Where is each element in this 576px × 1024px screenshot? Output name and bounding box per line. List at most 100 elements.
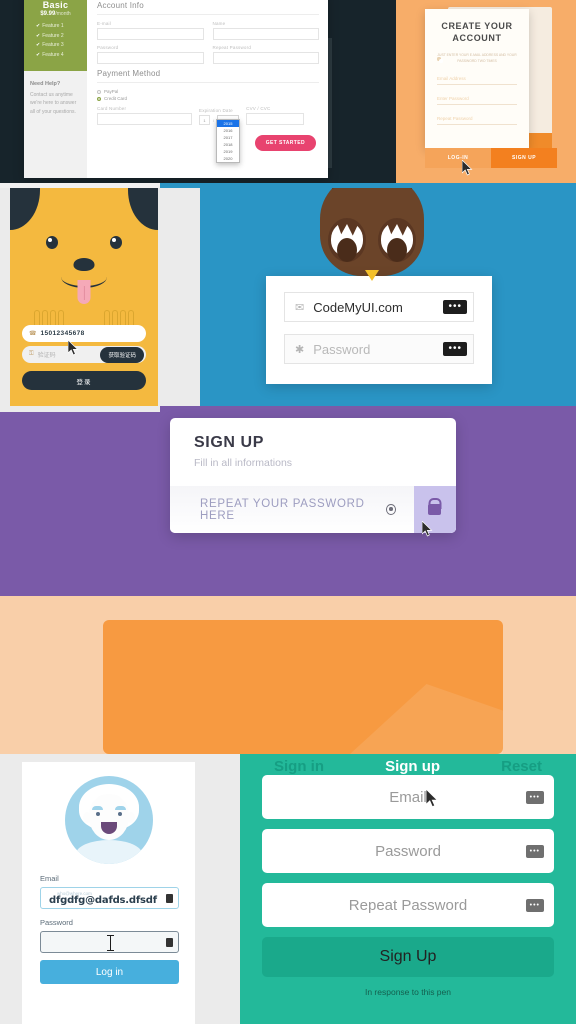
eye-icon[interactable] xyxy=(385,504,396,515)
email-field[interactable]: Email Address xyxy=(437,57,517,85)
field-label: Card Number xyxy=(97,106,127,111)
tab-bar: Sign in Sign up Reset xyxy=(240,754,576,775)
lock-icon: ⚿ xyxy=(29,351,34,357)
year-option[interactable]: 2019 xyxy=(217,148,239,155)
plan-feature: ✔ Feature 4 xyxy=(36,52,82,58)
tab-sign-in[interactable]: Sign in xyxy=(274,758,324,775)
year-option[interactable]: 2017 xyxy=(217,134,239,141)
email-field[interactable] xyxy=(97,28,204,40)
avatar-brow-right-icon xyxy=(114,806,126,810)
card-number-field[interactable] xyxy=(97,113,192,125)
envelope-icon: ✉ xyxy=(295,301,305,314)
signup-form-card: Basic $9.99/month ✔ Feature 1 ✔ Feature 2 … xyxy=(24,0,328,178)
form-main: Account Info E-mail Name Password Repeat… xyxy=(87,0,328,178)
section-owl-login: ✉ CodeMyUI.com ••• ✱ Password ••• xyxy=(266,276,492,384)
signup-button[interactable]: Sign Up xyxy=(262,937,554,977)
email-field[interactable]: Email ••• xyxy=(262,775,554,819)
password-field[interactable]: Password ••• xyxy=(262,829,554,873)
field-label: E-mail xyxy=(97,21,111,26)
email-field[interactable]: ✉ CodeMyUI.com ••• xyxy=(284,292,474,322)
email-placeholder: Email Address xyxy=(437,75,466,81)
password-field[interactable]: ✱ Password ••• xyxy=(284,334,474,364)
radio-icon xyxy=(97,89,101,94)
repeat-password-dots-badge: ••• xyxy=(525,898,544,912)
signup-subtitle: Fill in all informations xyxy=(194,457,293,469)
orange-card xyxy=(103,620,503,754)
login-button[interactable]: Log in xyxy=(40,960,179,984)
verification-code-field[interactable]: ⚿ 验证码 获取验证码 xyxy=(22,346,146,363)
field-label: CVV / CVC xyxy=(246,106,271,111)
plan-feature-label: Feature 3 xyxy=(42,42,64,48)
repeat-password-field[interactable] xyxy=(212,52,319,64)
password-label: Password xyxy=(40,918,73,927)
email-dots-badge: ••• xyxy=(443,300,467,314)
password-field[interactable] xyxy=(97,52,204,64)
plan-card: Basic $9.99/month ✔ Feature 1 ✔ Feature 2 … xyxy=(24,0,87,71)
phone-field[interactable]: ☎ 15012345678 xyxy=(22,325,146,342)
owl-illustration xyxy=(320,188,424,281)
mouse-cursor xyxy=(462,160,473,176)
login-button[interactable]: LOG-IN xyxy=(425,148,491,168)
tab-reset[interactable]: Reset xyxy=(501,758,542,775)
create-account-title: CREATE YOUR ACCOUNT xyxy=(441,21,513,44)
plan-feature-label: Feature 1 xyxy=(42,23,64,29)
repeat-password-field[interactable]: Repeat Password xyxy=(437,57,517,125)
dog-eye-right-icon xyxy=(110,236,122,249)
eye-icon[interactable] xyxy=(437,57,443,63)
get-code-button[interactable]: 获取验证码 xyxy=(100,346,144,363)
expiration-month-select[interactable]: 1 xyxy=(199,115,210,125)
dog-eye-left-icon xyxy=(46,236,58,249)
payment-method-title: Payment Method xyxy=(97,69,161,78)
plan-name: Basic xyxy=(42,0,69,10)
owl-tuft-left-icon xyxy=(325,188,353,189)
plan-price: $9.99/month xyxy=(29,11,82,17)
plan-feature: ✔ Feature 1 xyxy=(36,23,82,29)
year-dropdown[interactable]: 2015 2016 2017 2018 2019 2020 xyxy=(216,119,240,163)
section-signup-form: Basic $9.99/month ✔ Feature 1 ✔ Feature 2 … xyxy=(0,0,576,188)
keyboard-icon[interactable] xyxy=(166,937,173,947)
year-option[interactable]: 2020 xyxy=(217,155,239,162)
field-label: Expiration Date xyxy=(199,108,233,113)
email-field[interactable]: who@where.com dfgdfg@dafds.dfsdf xyxy=(40,887,179,909)
cvv-field[interactable] xyxy=(246,113,305,125)
signup-button[interactable]: SIGN UP xyxy=(491,148,557,168)
year-option-selected[interactable]: 2015 xyxy=(217,120,239,127)
email-dots-badge: ••• xyxy=(525,790,544,804)
verification-code-placeholder: 验证码 xyxy=(37,353,56,359)
year-option[interactable]: 2018 xyxy=(217,141,239,148)
tab-sign-up[interactable]: Sign up xyxy=(385,758,440,775)
field-group: Card Number xyxy=(97,106,192,125)
plan-feature-label: Feature 4 xyxy=(42,51,64,58)
keyboard-icon[interactable] xyxy=(166,893,173,903)
repeat-password-field[interactable]: Repeat Password ••• xyxy=(262,883,554,927)
password-field[interactable] xyxy=(40,931,179,953)
mouse-cursor xyxy=(426,789,439,808)
owl-eye-left-icon xyxy=(328,218,366,262)
plan-feature: ✔ Feature 2 xyxy=(36,33,82,39)
dog-login-button[interactable]: 登录 xyxy=(22,371,146,390)
payment-option-credit-card[interactable]: Credit Card xyxy=(97,96,319,101)
avatar-ear-right-icon xyxy=(126,812,135,823)
password-placeholder: Enter Password xyxy=(437,95,469,101)
password-field[interactable]: Enter Password xyxy=(437,57,517,105)
payment-options: PayPal Credit Card xyxy=(97,89,319,101)
avatar xyxy=(64,776,153,864)
email-group: Email who@where.com dfgdfg@dafds.dfsdf xyxy=(40,874,179,909)
plan-price-period: /month xyxy=(55,11,71,17)
get-started-button[interactable]: GET STARTED xyxy=(254,135,316,151)
field-row: E-mail Name xyxy=(97,21,319,40)
section-teal-signup: Sign in Sign up Reset Email ••• Password… xyxy=(240,754,576,1024)
payment-option-paypal[interactable]: PayPal xyxy=(97,89,319,94)
lock-icon xyxy=(428,504,442,515)
dog-ear-left-icon xyxy=(10,188,40,230)
lock-button[interactable] xyxy=(413,486,456,533)
signup-title: SIGN UP xyxy=(194,434,264,451)
avatar-eye-left-icon xyxy=(95,812,100,816)
band-top-accent xyxy=(0,406,160,412)
separator: / xyxy=(213,117,215,123)
avatar-brow-left-icon xyxy=(91,806,103,810)
repeat-password-field[interactable]: REPEAT YOUR PASSWORD HERE xyxy=(170,486,456,533)
name-field[interactable] xyxy=(212,28,319,40)
year-option[interactable]: 2016 xyxy=(217,127,239,134)
help-block: Need Help? Contact us anytime we're here… xyxy=(24,71,87,126)
